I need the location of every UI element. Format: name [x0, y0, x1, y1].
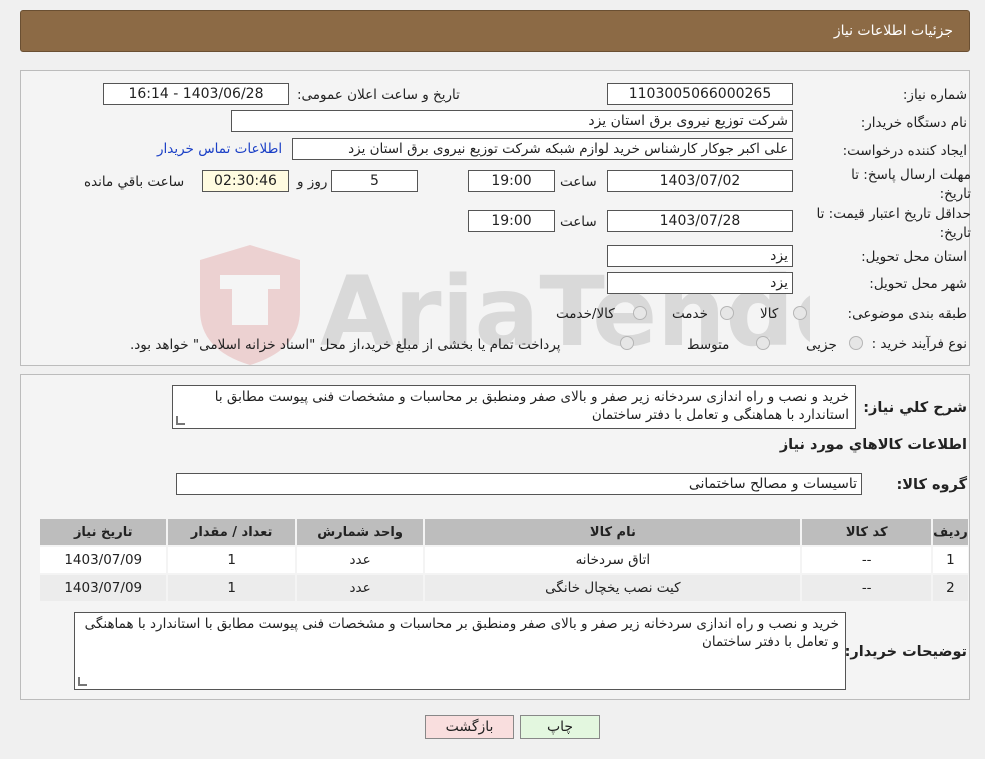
items-title: اطلاعات كالاهاي مورد نياز [779, 437, 967, 453]
remaining-time-field: 02:30:46 [202, 170, 289, 192]
category-option-goods-service: کالا/خدمت [556, 306, 615, 322]
cell-name: کیت نصب یخچال خانگی [425, 575, 801, 601]
col-header-quantity: تعداد / مقدار [168, 519, 295, 545]
deadline-time-field: 19:00 [468, 170, 555, 192]
cell-code: -- [802, 575, 931, 601]
cell-unit: عدد [296, 547, 424, 573]
table-header-row: رديف کد کالا نام کالا واحد شمارش تعداد /… [40, 519, 968, 545]
items-table: رديف کد کالا نام کالا واحد شمارش تعداد /… [38, 517, 970, 603]
category-label: طبقه بندی موضوعی: [847, 306, 967, 322]
creator-label: ایجاد کننده درخواست: [842, 143, 967, 159]
need-number-field: 1103005066000265 [607, 83, 793, 105]
validity-label: حداقل تاریخ اعتبار قیمت: تا تاریخ: [816, 206, 971, 241]
category-radio-service[interactable] [720, 306, 734, 320]
creator-field: علی اکبر جوکار کارشناس خرید لوازم شبکه ش… [292, 138, 793, 160]
summary-textarea[interactable]: خرید و نصب و راه اندازی سردخانه زیر صفر … [172, 385, 856, 429]
cell-row-number: 1 [932, 547, 968, 573]
announce-field: 1403/06/28 - 16:14 [103, 83, 289, 105]
deadline-date-field: 1403/07/02 [607, 170, 793, 192]
cell-code: -- [802, 547, 931, 573]
goods-group-field: تاسیسات و مصالح ساختمانی [176, 473, 862, 495]
resize-handle-icon[interactable] [176, 416, 185, 425]
col-header-row-number: رديف [932, 519, 968, 545]
province-field: یزد [607, 245, 793, 267]
days-label: روز و [297, 174, 328, 190]
category-option-goods: کالا [760, 306, 779, 322]
table-row: 2 -- کیت نصب یخچال خانگی عدد 1 1403/07/0… [40, 575, 968, 601]
buyer-notes-label: توضیحات خریدار: [844, 644, 967, 660]
cell-quantity: 1 [168, 575, 295, 601]
resize-handle-icon[interactable] [78, 677, 87, 686]
category-radio-goods[interactable] [793, 306, 807, 320]
col-header-code: کد کالا [802, 519, 931, 545]
process-label: نوع فرآیند خرید : [871, 336, 967, 352]
cell-quantity: 1 [168, 547, 295, 573]
buyer-org-label: نام دستگاه خریدار: [860, 115, 967, 131]
buyer-org-field: شرکت توزیع نیروی برق استان یزد [231, 110, 793, 132]
days-field: 5 [331, 170, 418, 192]
city-label: شهر محل تحویل: [869, 276, 967, 292]
cell-need-date: 1403/07/09 [40, 547, 167, 573]
buyer-notes-textarea[interactable]: خرید و نصب و راه اندازی سردخانه زیر صفر … [74, 612, 846, 690]
announce-label: تاریخ و ساعت اعلان عمومی: [297, 87, 460, 103]
deadline-label: مهلت ارسال پاسخ: تا تاریخ: [851, 167, 971, 202]
col-header-unit: واحد شمارش [296, 519, 424, 545]
category-radio-goods-service[interactable] [633, 306, 647, 320]
process-option-minor: جزیی [806, 337, 837, 353]
print-button[interactable]: چاپ [520, 715, 600, 739]
cell-row-number: 2 [932, 575, 968, 601]
back-button[interactable]: بازگشت [425, 715, 514, 739]
col-header-name: نام کالا [425, 519, 801, 545]
buyer-contact-link[interactable]: اطلاعات تماس خریدار [157, 141, 282, 157]
validity-date-field: 1403/07/28 [607, 210, 793, 232]
process-radio-minor[interactable] [849, 336, 863, 350]
validity-time-label: ساعت [560, 214, 597, 230]
remaining-label: ساعت باقي مانده [84, 174, 185, 190]
cell-unit: عدد [296, 575, 424, 601]
province-label: استان محل تحویل: [861, 249, 967, 265]
goods-group-label: گروه کالا: [896, 477, 967, 493]
summary-label: شرح كلي نياز: [863, 400, 967, 416]
table-row: 1 -- اتاق سردخانه عدد 1 1403/07/09 [40, 547, 968, 573]
buyer-notes-text: خرید و نصب و راه اندازی سردخانه زیر صفر … [84, 616, 839, 650]
validity-time-field: 19:00 [468, 210, 555, 232]
category-option-service: خدمت [672, 306, 708, 322]
process-option-medium: متوسط [687, 337, 730, 353]
process-radio-medium[interactable] [756, 336, 770, 350]
city-field: یزد [607, 272, 793, 294]
need-number-label: شماره نیاز: [902, 87, 967, 103]
col-header-need-date: تاریخ نیاز [40, 519, 167, 545]
page-title: جزئیات اطلاعات نیاز [833, 23, 953, 39]
treasury-checkbox[interactable] [620, 336, 634, 350]
deadline-time-label: ساعت [560, 174, 597, 190]
process-note: پرداخت تمام یا بخشی از مبلغ خرید،از محل … [130, 337, 561, 353]
summary-text: خرید و نصب و راه اندازی سردخانه زیر صفر … [214, 389, 849, 423]
cell-name: اتاق سردخانه [425, 547, 801, 573]
cell-need-date: 1403/07/09 [40, 575, 167, 601]
page-header: جزئیات اطلاعات نیاز [20, 10, 970, 52]
